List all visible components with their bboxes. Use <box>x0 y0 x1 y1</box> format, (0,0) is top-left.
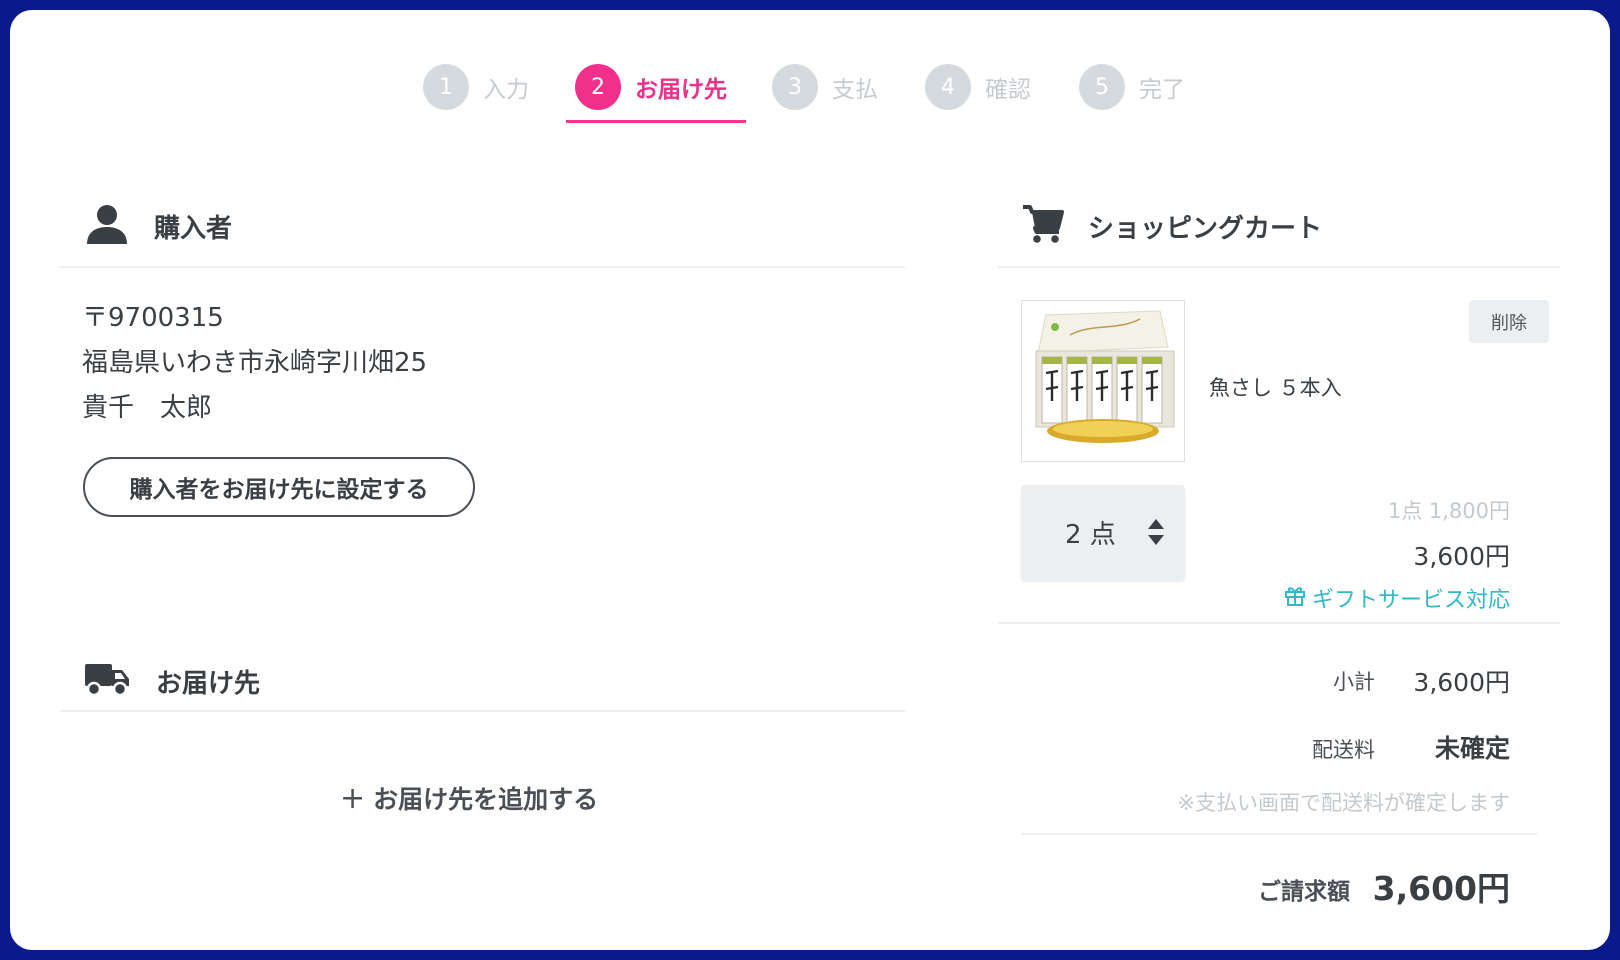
add-destination-link[interactable]: + お届け先を追加する <box>340 780 598 816</box>
plus-icon: + <box>340 780 366 816</box>
quantity-select[interactable]: 2 点 <box>1021 485 1185 580</box>
shipping-label: 配送料 <box>1312 738 1375 762</box>
delivery-title: お届け先 <box>156 668 261 699</box>
step-label: 入力 <box>483 77 529 103</box>
add-destination-label: お届け先を追加する <box>373 785 599 814</box>
subtotal-value: 3,600円 <box>1413 668 1510 697</box>
product-name[interactable]: 魚さし ５本入 <box>1209 372 1342 402</box>
set-buyer-as-destination-button[interactable]: 購入者をお届け先に設定する <box>83 457 475 517</box>
step-payment[interactable]: 3 支払 <box>772 62 878 112</box>
divider <box>60 710 905 712</box>
buyer-header: 購入者 <box>86 204 232 248</box>
shipping-note: ※支払い画面で配送料が確定します <box>1177 791 1510 815</box>
buyer-postal-code: 〒9700315 <box>82 303 224 333</box>
divider <box>1021 833 1537 835</box>
step-number: 2 <box>575 64 621 110</box>
step-label: 支払 <box>832 77 878 103</box>
cart-header: ショッピングカート <box>1022 204 1322 248</box>
step-number: 4 <box>925 64 971 110</box>
step-label: お届け先 <box>635 77 727 103</box>
product-image[interactable] <box>1021 300 1185 462</box>
unit-price: 1点 1,800円 <box>1387 499 1510 523</box>
sort-arrows-icon <box>1147 517 1165 547</box>
step-complete[interactable]: 5 完了 <box>1079 62 1185 112</box>
line-total: 3,600円 <box>1413 542 1510 571</box>
person-icon <box>86 204 128 248</box>
step-number: 1 <box>423 64 469 110</box>
total-value: 3,600円 <box>1372 869 1510 908</box>
step-confirm[interactable]: 4 確認 <box>925 62 1031 112</box>
checkout-page: 1 入力 2 お届け先 3 支払 4 確認 5 完了 購入者 〒9700315 … <box>10 10 1610 950</box>
active-step-underline <box>566 120 746 123</box>
cart-icon <box>1022 204 1064 248</box>
delivery-header: お届け先 <box>84 660 260 702</box>
buyer-title: 購入者 <box>154 213 233 244</box>
divider <box>998 266 1560 268</box>
cart-title: ショッピングカート <box>1088 213 1323 244</box>
gift-service-link[interactable]: ギフトサービス対応 <box>1284 582 1510 614</box>
checkout-stepper: 1 入力 2 お届け先 3 支払 4 確認 5 完了 <box>10 62 1610 123</box>
quantity-value: 2 点 <box>1065 520 1116 550</box>
buyer-address: 福島県いわき市永崎字川畑25 <box>82 348 428 378</box>
step-label: 確認 <box>985 77 1031 103</box>
subtotal-label: 小計 <box>1333 670 1375 694</box>
divider <box>60 266 905 268</box>
gift-icon <box>1284 584 1312 612</box>
step-input[interactable]: 1 入力 <box>423 62 529 112</box>
gift-service-label: ギフトサービス対応 <box>1311 588 1510 613</box>
truck-icon <box>84 660 130 702</box>
delete-item-button[interactable]: 削除 <box>1469 300 1549 343</box>
divider <box>998 622 1560 624</box>
buyer-address-block: 〒9700315 福島県いわき市永崎字川畑25 貴千 太郎 <box>82 296 427 431</box>
buyer-name: 貴千 太郎 <box>82 393 213 423</box>
step-number: 5 <box>1079 64 1125 110</box>
total-label: ご請求額 <box>1258 879 1350 905</box>
step-label: 完了 <box>1139 77 1185 103</box>
shipping-value: 未確定 <box>1434 734 1510 763</box>
step-delivery[interactable]: 2 お届け先 <box>575 62 727 112</box>
step-number: 3 <box>772 64 818 110</box>
